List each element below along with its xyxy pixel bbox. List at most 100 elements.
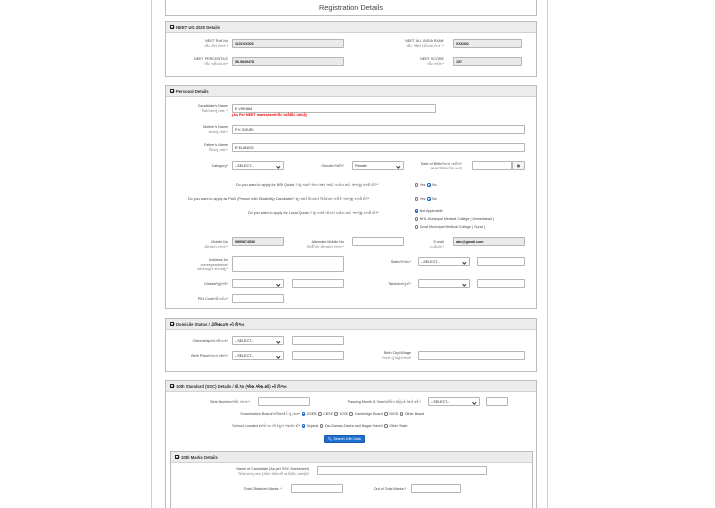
checkbox-icon xyxy=(170,25,174,29)
neet-roll-field[interactable]: 1101XX003 xyxy=(232,39,344,48)
citizenship-other-field[interactable] xyxy=(292,336,344,345)
birthplace-other-field[interactable] xyxy=(292,351,344,360)
local-surat-radio[interactable] xyxy=(414,225,419,229)
email-label: E-mail ઇ-મેઇલ:* xyxy=(430,240,444,249)
ssc-header: 10th Standard (SSC) Details / ધો.૧૦ (એસ.… xyxy=(166,381,536,392)
loc-diu-radio[interactable] xyxy=(319,424,324,428)
local-opt-label: Not Applicable xyxy=(419,209,443,213)
dob-field[interactable] xyxy=(472,161,512,170)
mother-field[interactable]: P K GOURI xyxy=(232,125,525,134)
checkbox-icon xyxy=(170,89,174,93)
mobile-label: Mobile No મોબાઇલ નંબર:* xyxy=(204,240,228,249)
local-question: Do you want to apply for Local Quota ? શ… xyxy=(248,211,379,215)
neet-rank-field[interactable]: XX6402 xyxy=(453,39,522,48)
marks-heading: 10th Marks Details xyxy=(181,454,218,460)
calendar-icon[interactable]: ▦ xyxy=(512,161,525,170)
passing-year-field[interactable] xyxy=(486,397,508,406)
board-nios-radio[interactable] xyxy=(384,412,388,416)
obtained-marks-field[interactable] xyxy=(291,484,343,493)
state-select[interactable]: --SELECT-- xyxy=(418,257,470,266)
domicile-panel: Domicile Status / ડોમિસાઇલ ની વિગત Citiz… xyxy=(165,318,537,372)
school-location-options: Gujarat Diu,Daman,Dadra and Nagar Haveli… xyxy=(300,424,408,428)
loc-gujarat-radio[interactable] xyxy=(301,424,306,428)
alt-mobile-field[interactable] xyxy=(352,237,404,246)
name-label: Candidate's Name ઉમેદવારનું નામ: * xyxy=(197,104,228,113)
name-field[interactable]: E VISHAM xyxy=(232,104,436,113)
district-select[interactable] xyxy=(232,279,284,288)
board-label-cambridge: Cambridge Board xyxy=(354,412,383,416)
board-label: Examination Board/પરીક્ષાબોર્ડ નું નામ* xyxy=(240,412,300,416)
pwd-question: Do you want to apply as PwD (Person with… xyxy=(188,197,370,201)
mobile-field[interactable]: 9899874536 xyxy=(232,237,284,246)
obtained-marks-label: Total Obtained Marks :* xyxy=(243,487,282,491)
nri-yes-radio[interactable] xyxy=(414,183,419,187)
citizenship-select[interactable]: --SELECT-- xyxy=(232,336,284,345)
local-na-radio[interactable] xyxy=(414,209,419,213)
email-field[interactable]: abc@gmail.com xyxy=(453,237,525,246)
board-options: GSEB CBSE ICSE Cambridge Board NIOS Othe… xyxy=(300,412,424,416)
registration-form: Registration Details NEET UG 2020 Detail… xyxy=(151,0,548,508)
name-note: (As Per NEET marksheet/નીટ માર્કશીટ પ્રમ… xyxy=(232,113,307,117)
state-label: State/રાજ્ય* xyxy=(390,260,411,264)
address-field[interactable] xyxy=(232,256,344,272)
pwd-yes-radio[interactable] xyxy=(414,197,419,201)
loc-label-other: Other State xyxy=(389,424,408,428)
category-select[interactable]: --SELECT-- xyxy=(232,161,284,170)
taluka-select[interactable] xyxy=(418,279,470,288)
board-gseb-radio[interactable] xyxy=(301,412,306,416)
board-label-gseb: GSEB xyxy=(306,412,317,416)
board-other-radio[interactable] xyxy=(399,412,404,416)
district-other-field[interactable] xyxy=(292,279,344,288)
neet-header: NEET UG 2020 Details xyxy=(166,22,536,33)
loc-other-radio[interactable] xyxy=(384,424,388,428)
board-label-cbse: CBSE xyxy=(323,412,333,416)
cand-name-field[interactable] xyxy=(317,466,487,475)
local-opt-nhl[interactable]: NHL Municipal Medical College ( Ahmedaba… xyxy=(413,217,494,221)
board-cambridge-radio[interactable] xyxy=(349,412,354,416)
taluka-label: Taluka/તાલુકો* xyxy=(388,282,411,286)
mother-label: Mother's Name માતાનું નામ:* xyxy=(203,125,228,134)
neet-heading: NEET UG 2020 Details xyxy=(176,24,220,30)
no-label: No xyxy=(432,197,437,201)
neet-percentile-field[interactable]: 56.9849478 xyxy=(232,57,344,66)
pin-label: PIN Code/પીનકોડ* xyxy=(197,297,228,301)
category-label: Category* xyxy=(211,164,228,168)
local-opt-label: NHL Municipal Medical College ( Ahmedaba… xyxy=(419,217,494,221)
board-cbse-radio[interactable] xyxy=(318,412,322,416)
personal-panel: Personal Details Candidate's Name ઉમેદવાર… xyxy=(165,85,537,309)
search-10th-button[interactable]: 🔍︎ Search 10th Data xyxy=(324,435,365,443)
personal-header: Personal Details xyxy=(166,86,536,97)
outof-marks-label: Out of Total Marks:* xyxy=(373,487,406,491)
seat-field[interactable] xyxy=(258,397,310,406)
passing-select[interactable]: --SELECT-- xyxy=(428,397,480,406)
birthcity-field[interactable] xyxy=(418,351,525,360)
pwd-no-radio[interactable] xyxy=(426,197,431,201)
local-opt-surat[interactable]: Surat Municipal Medical College ( Surat … xyxy=(413,225,485,229)
school-location-label: School Located in/ધો.૧૦ ની સ્કૂલ આવેલ છે… xyxy=(232,424,300,428)
loc-label-diu: Diu,Daman,Dadra and Nagar Haveli xyxy=(324,424,383,428)
pin-field[interactable] xyxy=(232,294,284,303)
seat-label: Seat Number/સીટ નંબર:* xyxy=(209,400,250,404)
state-other-field[interactable] xyxy=(477,257,525,266)
checkbox-icon xyxy=(175,455,179,459)
taluka-other-field[interactable] xyxy=(477,279,525,288)
birthplace-select[interactable]: --SELECT-- xyxy=(232,351,284,360)
birthcity-label: Birth City/Village જન્મ નું શહેર/ગામ* xyxy=(382,351,411,360)
neet-score-field[interactable]: 157 xyxy=(453,57,522,66)
outof-marks-field[interactable] xyxy=(411,484,461,493)
local-opt-na[interactable]: Not Applicable xyxy=(413,209,443,213)
gender-select[interactable]: Female xyxy=(352,161,404,170)
yes-label: Yes xyxy=(419,183,426,187)
board-icse-radio[interactable] xyxy=(334,412,339,416)
nri-no-radio[interactable] xyxy=(426,183,431,187)
board-label-nios: NIOS xyxy=(389,412,399,416)
no-label: No xyxy=(432,183,437,187)
ssc-panel: 10th Standard (SSC) Details / ધો.૧૦ (એસ.… xyxy=(165,380,537,508)
dob-label: Date of Birth/જન્મ તારીખ* (as per SSC/માર… xyxy=(420,162,462,170)
father-field[interactable]: R ELANGO xyxy=(232,143,525,152)
birthplace-label: Birth Place/જન્મ સ્થળ* xyxy=(191,354,228,358)
district-label: District/જીલ્લો* xyxy=(204,282,228,286)
search-icon: 🔍︎ xyxy=(328,437,333,441)
local-nhl-radio[interactable] xyxy=(414,217,419,221)
checkbox-icon xyxy=(170,384,174,388)
